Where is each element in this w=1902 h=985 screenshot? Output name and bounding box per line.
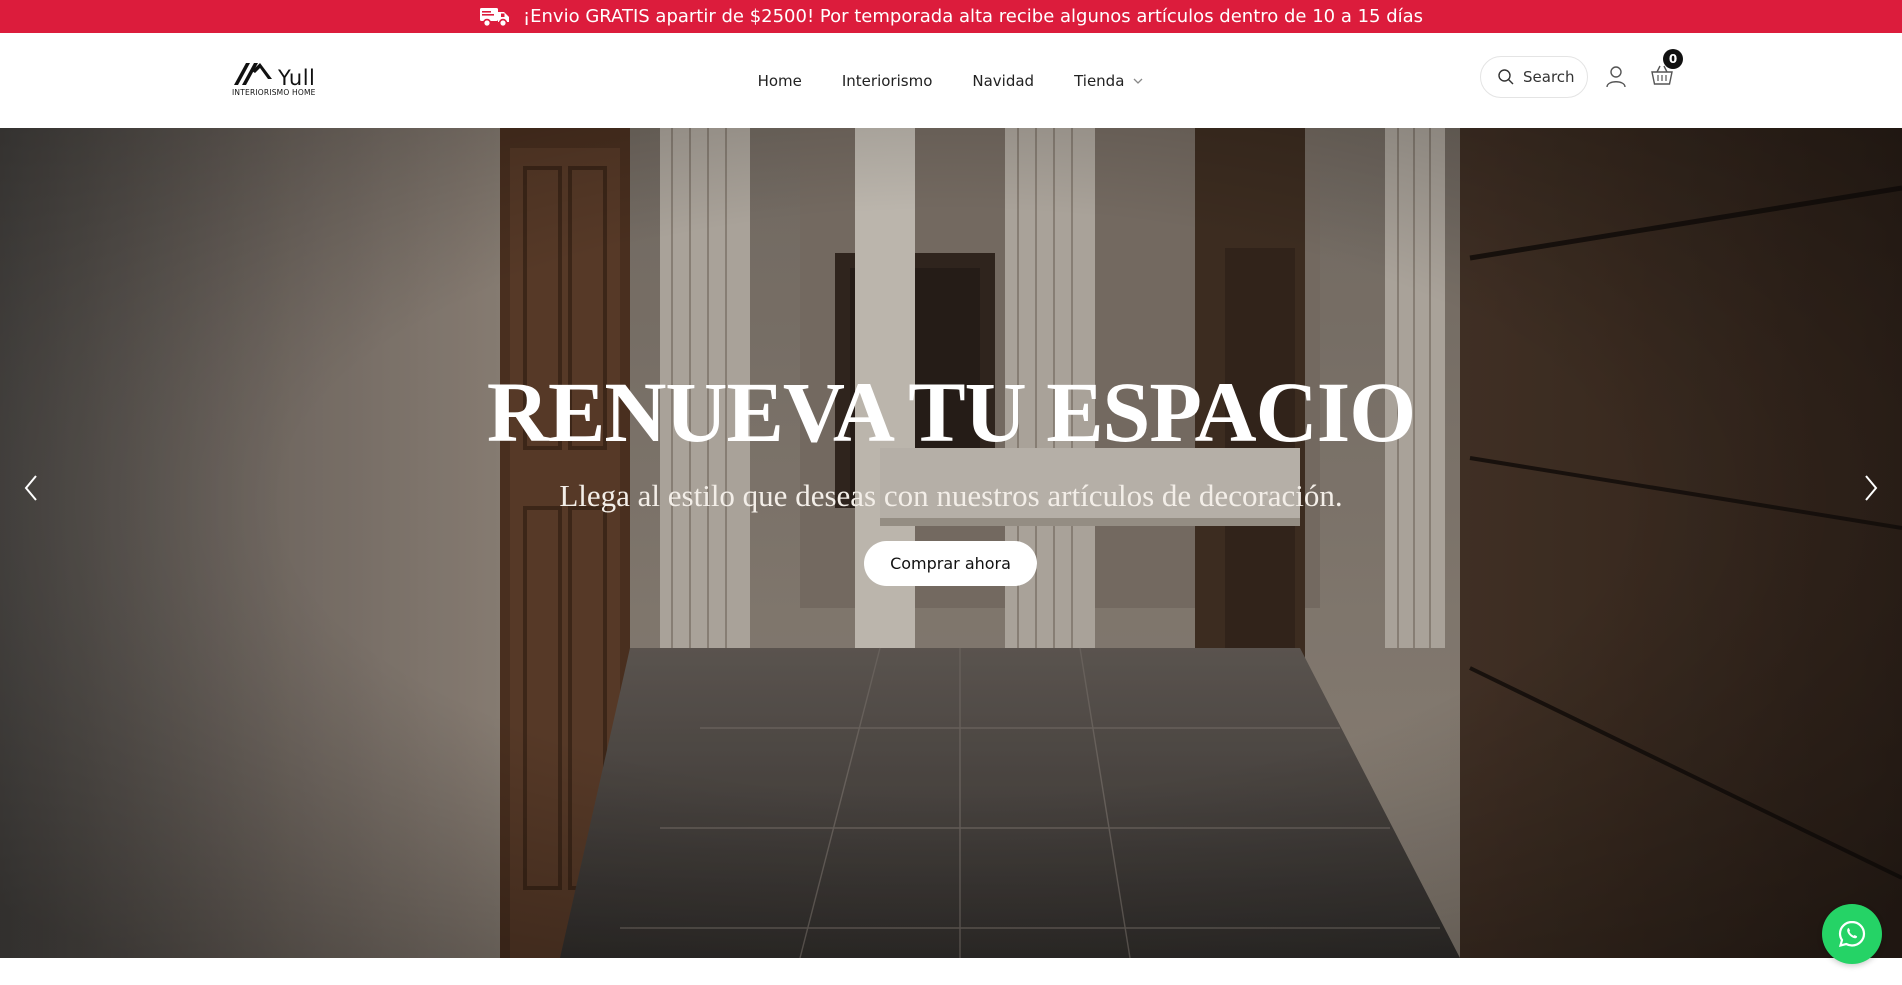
user-icon [1606, 66, 1626, 88]
logo-mark-icon [234, 63, 272, 85]
nav-item-tienda[interactable]: Tienda [1074, 72, 1144, 90]
shop-now-button[interactable]: Comprar ahora [864, 541, 1037, 586]
cart-button[interactable]: 0 [1650, 49, 1686, 93]
chevron-left-icon [24, 475, 37, 501]
logo-tagline: INTERIORISMO HOME [232, 88, 316, 97]
search-label: Search [1523, 68, 1575, 86]
whatsapp-icon [1838, 920, 1866, 948]
search-button[interactable]: Search [1480, 56, 1588, 98]
chevron-down-icon [1133, 78, 1143, 84]
nav-item-label: Home [757, 71, 802, 90]
logo-brand: Yull [278, 66, 316, 90]
hero-subtitle: Llega al estilo que deseas con nuestros … [559, 478, 1343, 513]
site-logo[interactable]: Yull INTERIORISMO HOME [232, 59, 336, 99]
search-icon [1498, 69, 1514, 85]
nav-item-label: Interiorismo [841, 71, 933, 90]
whatsapp-chat-button[interactable] [1822, 904, 1882, 964]
hero-slider: RENUEVA TU ESPACIO Llega al estilo que d… [0, 128, 1902, 958]
nav-item-interiorismo[interactable]: Interiorismo [842, 72, 933, 90]
announcement-text: ¡Envio GRATIS apartir de $2500! Por temp… [522, 6, 1424, 27]
chevron-right-icon [1865, 475, 1878, 501]
page-bottom-strip [0, 958, 1902, 985]
cart-count-badge: 0 [1663, 49, 1683, 69]
nav-item-label: Tienda [1074, 71, 1125, 90]
hero-title: RENUEVA TU ESPACIO [486, 364, 1416, 460]
site-header: Yull INTERIORISMO HOME Home Interiorismo… [0, 33, 1902, 128]
announcement-bar: ¡Envio GRATIS apartir de $2500! Por temp… [0, 0, 1902, 33]
nav-item-home[interactable]: Home [758, 72, 802, 90]
delivery-truck-icon [479, 5, 511, 29]
nav-item-navidad[interactable]: Navidad [972, 72, 1034, 90]
slider-prev-button[interactable] [16, 468, 46, 508]
nav-item-label: Navidad [972, 71, 1035, 90]
slider-next-button[interactable] [1856, 468, 1886, 508]
account-button[interactable] [1605, 65, 1627, 94]
